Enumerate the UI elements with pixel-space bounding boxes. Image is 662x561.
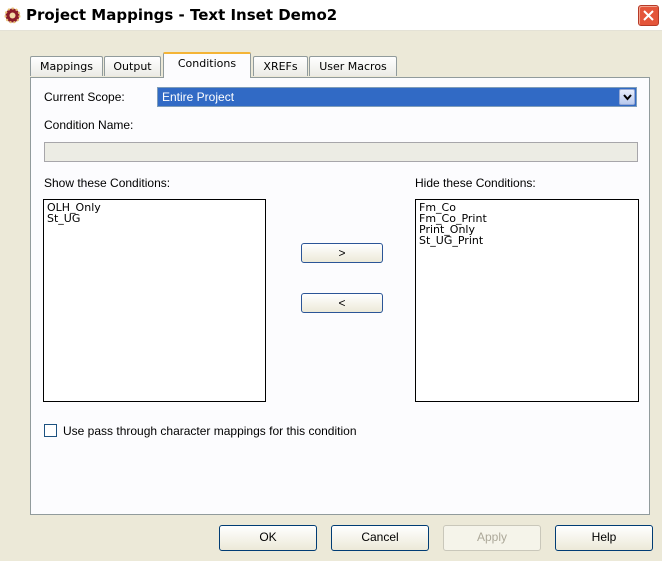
tab-output[interactable]: Output: [104, 56, 161, 76]
move-to-show-button[interactable]: <: [301, 293, 383, 313]
passthrough-checkbox[interactable]: [44, 424, 57, 437]
tab-mappings[interactable]: Mappings: [30, 56, 103, 76]
passthrough-label: Use pass through character mappings for …: [63, 424, 357, 438]
gear-app-icon: [4, 7, 21, 24]
apply-button[interactable]: Apply: [443, 525, 541, 551]
current-scope-label: Current Scope:: [44, 90, 125, 104]
tab-user-macros[interactable]: User Macros: [309, 56, 397, 76]
close-icon: [643, 10, 654, 21]
condition-name-field[interactable]: [44, 142, 638, 162]
current-scope-dropdown[interactable]: Entire Project: [157, 87, 637, 107]
hide-conditions-label: Hide these Conditions:: [415, 176, 536, 190]
list-item[interactable]: St_UG: [47, 213, 262, 224]
show-conditions-label: Show these Conditions:: [44, 176, 171, 190]
cancel-button[interactable]: Cancel: [331, 525, 429, 551]
title-bar[interactable]: Project Mappings - Text Inset Demo2: [0, 0, 662, 31]
window-title: Project Mappings - Text Inset Demo2: [26, 6, 338, 24]
chevron-down-icon: [623, 94, 632, 101]
list-item[interactable]: St_UG_Print: [419, 235, 635, 246]
condition-name-label: Condition Name:: [44, 118, 134, 132]
close-button[interactable]: [638, 5, 659, 26]
dropdown-button[interactable]: [619, 89, 635, 105]
hide-conditions-list[interactable]: Fm_Co Fm_Co_Print Print_Only St_UG_Print: [415, 199, 639, 402]
tab-xrefs[interactable]: XREFs: [253, 56, 308, 76]
move-to-hide-button[interactable]: >: [301, 243, 383, 263]
current-scope-value: Entire Project: [162, 90, 235, 104]
help-button[interactable]: Help: [555, 525, 653, 551]
tab-conditions[interactable]: Conditions: [163, 52, 251, 78]
show-conditions-list[interactable]: OLH_Only St_UG: [43, 199, 266, 402]
ok-button[interactable]: OK: [219, 525, 317, 551]
